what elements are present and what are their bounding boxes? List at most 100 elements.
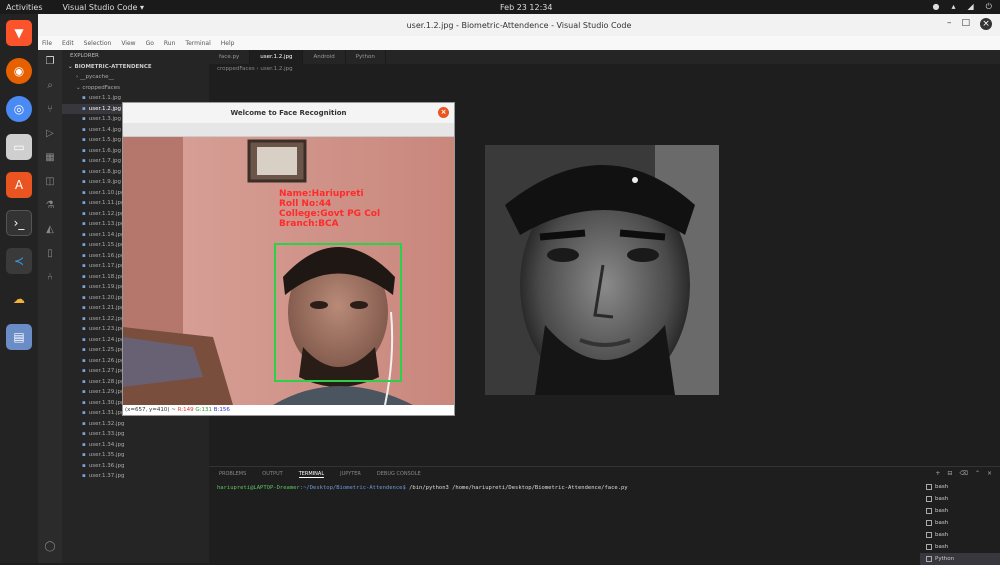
menu-selection[interactable]: Selection [84,40,112,47]
file-item[interactable]: ▪ user.1.32.jpg [62,419,209,430]
image-file-icon: ▪ [82,126,86,133]
explorer-icon[interactable]: ❐ [38,50,62,74]
menu-file[interactable]: File [42,40,52,47]
tab-output[interactable]: OUTPUT [262,471,282,477]
terminal-item[interactable]: bash [920,541,1000,553]
source-control-icon[interactable]: ⑂ [38,98,62,122]
split-icon[interactable]: ⊟ [947,470,952,477]
popup-title: Welcome to Face Recognition [230,109,347,117]
testing-icon[interactable]: ⚗ [38,194,62,218]
file-item[interactable]: ▪ user.1.33.jpg [62,429,209,440]
terminal-item[interactable]: bash [920,517,1000,529]
image-file-icon: ▪ [82,462,86,469]
image-file-icon: ▪ [82,105,86,112]
terminal-label: bash [935,496,949,502]
file-label: user.1.35.jpg [88,452,125,458]
extensions-icon[interactable]: ▦ [38,146,62,170]
menu-help[interactable]: Help [221,40,235,47]
menu-run[interactable]: Run [164,40,176,47]
tab-android[interactable]: Android [303,50,346,64]
app-menu[interactable]: Visual Studio Code ▾ [63,3,145,12]
image-file-icon: ▪ [82,347,86,353]
close-icon[interactable]: × [438,107,449,118]
software-center-icon[interactable]: A [6,172,32,198]
image-preview[interactable] [485,145,719,395]
close-panel-icon[interactable]: × [987,470,992,477]
maximize-panel-icon[interactable]: ⌃ [975,470,980,477]
file-label: user.1.5.jpg [88,137,121,143]
notification-icon[interactable]: ● [933,2,940,12]
clock[interactable]: Feb 23 12:34 [500,3,552,12]
git-graph-icon[interactable]: ⑃ [38,266,62,290]
file-label: user.1.37.jpg [88,473,125,479]
image-file-icon: ▪ [82,273,86,280]
terminal-item[interactable]: bash [920,493,1000,505]
breadcrumb[interactable]: croppedFaces › user.1.2.jpg [209,64,1000,74]
image-file-icon: ▪ [82,200,86,206]
activities-button[interactable]: Activities [6,3,43,12]
weather-icon[interactable]: ☁ [6,286,32,312]
image-file-icon: ▪ [82,473,86,479]
minimize-icon[interactable]: – [947,18,952,30]
remote-icon[interactable]: ◫ [38,170,62,194]
firefox-icon[interactable]: ◉ [6,58,32,84]
terminal-output[interactable]: hariupreti@LAPTOP-Dreamer:~/Desktop/Biom… [209,481,1000,491]
title-bar: user.1.2.jpg - Biometric-Attendence - Vi… [38,14,1000,36]
folder-pycache[interactable]: › __pycache__ [62,72,209,83]
tab-debug-console[interactable]: DEBUG CONSOLE [377,471,421,477]
workspace-section[interactable]: ⌄ BIOMETRIC-ATTENDENCE [62,62,209,72]
docker-icon[interactable]: ◭ [38,218,62,242]
run-debug-icon[interactable]: ▷ [38,122,62,146]
system-tray[interactable]: ● ▴ ◢ ⏻ [933,2,992,12]
editor-tabs: face.py user.1.2.jpg Android Python [209,50,1000,64]
terminal-item[interactable]: bash [920,529,1000,541]
power-icon[interactable]: ⏻ [986,2,992,12]
file-label: user.1.7.jpg [88,158,121,164]
tab-python[interactable]: Python [346,50,386,64]
file-item[interactable]: ▪ user.1.35.jpg [62,450,209,461]
image-file-icon: ▪ [82,137,86,143]
terminal-icon[interactable]: ›_ [6,210,32,236]
search-icon[interactable]: ⌕ [38,74,62,98]
brave-icon[interactable]: ▼ [6,20,32,46]
trash-icon[interactable]: ⌫ [959,470,967,477]
new-terminal-icon[interactable]: + [935,470,940,477]
volume-icon[interactable]: ◢ [968,2,974,12]
file-label: user.1.32.jpg [88,420,125,427]
network-icon[interactable]: ▴ [952,2,956,12]
dock: ▼ ◉ ◎ ▭ A ›_ ≺ ☁ ▤ [0,14,38,563]
image-file-icon: ▪ [82,431,86,437]
menu-terminal[interactable]: Terminal [185,40,210,47]
tab-terminal[interactable]: TERMINAL [298,471,325,478]
file-label: user.1.30.jpg [88,399,125,406]
file-item[interactable]: ▪ user.1.37.jpg [62,471,209,482]
file-label: user.1.26.jpg [88,357,125,364]
files-icon[interactable]: ▭ [6,134,32,160]
terminal-item[interactable]: bash [920,505,1000,517]
menu-edit[interactable]: Edit [62,40,74,47]
popup-title-bar[interactable]: Welcome to Face Recognition × [123,103,454,123]
image-file-icon: ▪ [82,452,86,458]
chrome-icon[interactable]: ◎ [6,96,32,122]
terminal-item[interactable]: bash [920,481,1000,493]
tab-jupyter[interactable]: JUPYTER [340,471,361,477]
terminal-label: bash [935,508,949,514]
menu-view[interactable]: View [121,40,135,47]
tab-user-1-2-jpg[interactable]: user.1.2.jpg [250,50,304,64]
terminal-item-active[interactable]: Python [920,553,1000,565]
terminal-command: /bin/python3 /home/hariupreti/Desktop/Bi… [405,485,628,491]
vscode-icon[interactable]: ≺ [6,248,32,274]
ubuntu-top-bar: Activities Visual Studio Code ▾ Feb 23 1… [0,0,1000,14]
folder-croppedfaces[interactable]: ⌄ croppedFaces [62,83,209,94]
tab-problems[interactable]: PROBLEMS [219,471,246,477]
file-item[interactable]: ▪ user.1.36.jpg [62,461,209,472]
menu-go[interactable]: Go [146,40,154,47]
document-icon[interactable]: ▤ [6,324,32,350]
file-label: user.1.1.jpg [88,95,121,101]
account-icon[interactable]: ◯ [38,535,62,559]
notebook-icon[interactable]: ▯ [38,242,62,266]
tab-face-py[interactable]: face.py [209,50,251,64]
maximize-icon[interactable]: □ [961,18,970,30]
close-icon[interactable]: × [980,18,992,30]
file-item[interactable]: ▪ user.1.34.jpg [62,440,209,451]
